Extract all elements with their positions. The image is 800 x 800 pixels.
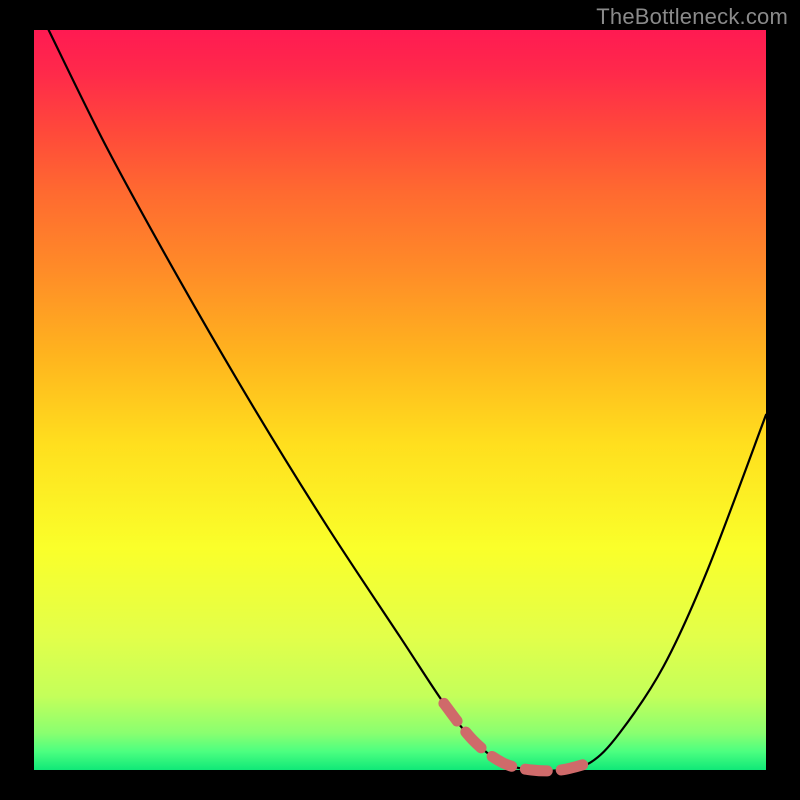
chart-stage: TheBottleneck.com — [0, 0, 800, 800]
watermark-text: TheBottleneck.com — [596, 4, 788, 30]
plot-background — [34, 30, 766, 770]
bottleneck-chart — [0, 0, 800, 800]
